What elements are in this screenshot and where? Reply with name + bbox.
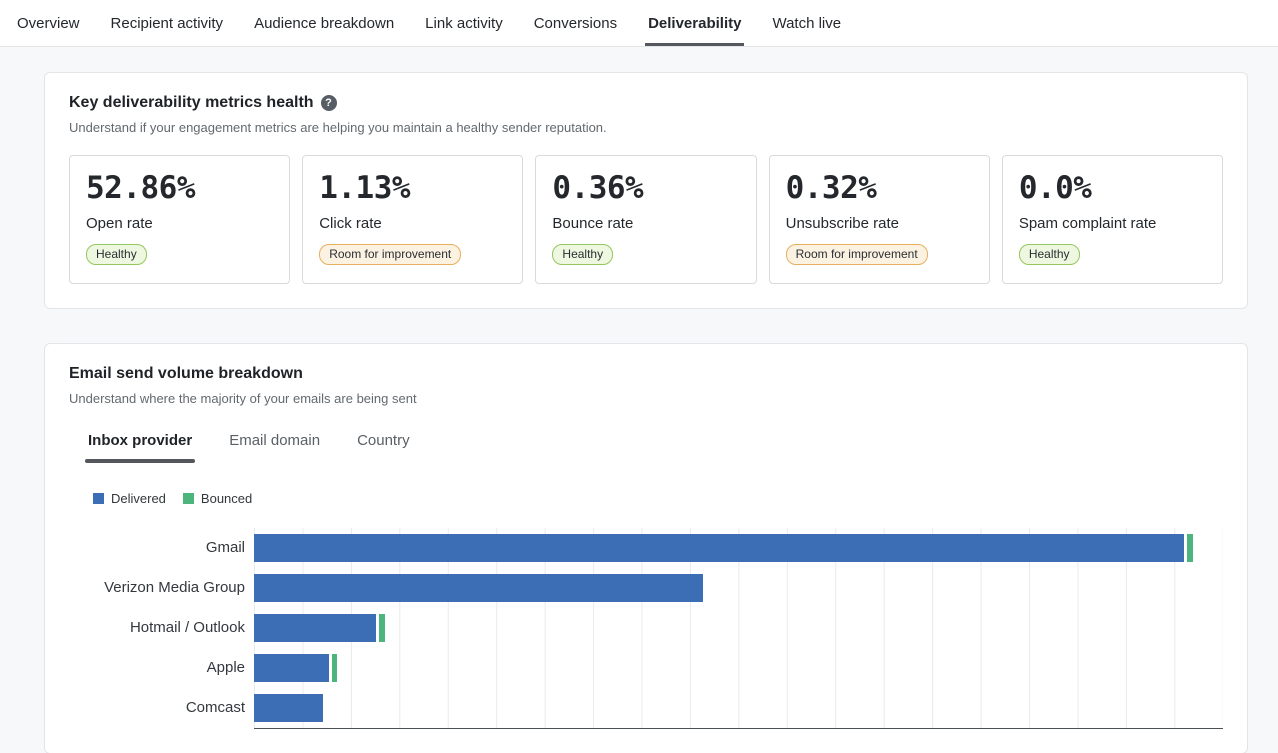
- help-icon[interactable]: ?: [320, 95, 337, 111]
- bar-delivered[interactable]: [254, 573, 703, 602]
- metric-label: Open rate: [86, 214, 153, 232]
- tab-inbox-provider[interactable]: Inbox provider: [85, 432, 196, 463]
- metric-card-open-rate: 52.86% Open rate Healthy: [69, 155, 291, 284]
- bar-bounced[interactable]: [331, 653, 337, 682]
- chart-category-label: Verizon Media Group: [104, 579, 245, 597]
- nav-tab-deliverability[interactable]: Deliverability: [645, 0, 745, 46]
- email-volume-card: Email send volume breakdown Understand w…: [44, 342, 1248, 753]
- card-subtitle: Understand where the majority of your em…: [69, 390, 417, 406]
- chart-track: [254, 687, 1223, 728]
- nav-tab-audience-breakdown[interactable]: Audience breakdown: [251, 0, 397, 46]
- nav-tab-link-activity[interactable]: Link activity: [422, 0, 506, 46]
- page-content: Key deliverability metrics health ? Unde…: [0, 47, 1278, 753]
- metric-label: Click rate: [319, 214, 382, 232]
- nav-tab-conversions[interactable]: Conversions: [531, 0, 620, 46]
- metric-value: 0.36%: [552, 170, 644, 206]
- card-title-row: Email send volume breakdown: [69, 365, 1223, 383]
- chart-legend: Delivered Bounced: [69, 491, 1223, 506]
- status-badge: Healthy: [86, 243, 147, 265]
- chart-category-label: Apple: [206, 659, 245, 677]
- metric-card-click-rate: 1.13% Click rate Room for improvement: [302, 155, 524, 284]
- metric-label: Unsubscribe rate: [785, 214, 899, 232]
- metric-label: Spam complaint rate: [1018, 214, 1157, 232]
- legend-item-bounced[interactable]: Bounced: [182, 490, 253, 506]
- metric-card-unsubscribe-rate: 0.32% Unsubscribe rate Room for improvemen…: [768, 155, 990, 284]
- top-nav: Overview Recipient activity Audience break…: [0, 0, 1278, 47]
- breakdown-tabs: Inbox provider Email domain Country: [69, 432, 1223, 463]
- legend-item-delivered[interactable]: Delivered: [93, 491, 166, 506]
- metric-value: 1.13%: [319, 170, 411, 206]
- status-badge: Healthy: [1018, 243, 1080, 265]
- tab-email-domain[interactable]: Email domain: [226, 432, 323, 463]
- metric-value: 52.86%: [86, 170, 195, 206]
- bar-bounced[interactable]: [1187, 533, 1194, 562]
- chart-track: [254, 647, 1223, 688]
- legend-label: Delivered: [111, 490, 166, 506]
- status-badge: Room for improvement: [319, 243, 462, 265]
- bar-chart: Gmail Verizon Media Group Hotmail / Outloo…: [69, 527, 1223, 729]
- deliverability-metrics-card: Key deliverability metrics health ? Unde…: [44, 72, 1248, 309]
- card-title: Email send volume breakdown: [69, 364, 303, 382]
- chart-track: [254, 567, 1223, 608]
- legend-swatch-icon: [93, 492, 104, 504]
- metric-card-spam-complaint-rate: 0.0% Spam complaint rate Healthy: [1001, 155, 1224, 284]
- tab-country[interactable]: Country: [354, 432, 413, 463]
- status-badge: Healthy: [552, 243, 614, 265]
- nav-tab-watch-live[interactable]: Watch live: [769, 0, 844, 46]
- chart-category-label: Comcast: [185, 699, 245, 717]
- chart-category-label: Hotmail / Outlook: [129, 619, 245, 637]
- chart-x-axis: [254, 727, 1223, 729]
- chart-row: Verizon Media Group: [69, 567, 1223, 608]
- nav-tab-overview[interactable]: Overview: [14, 0, 83, 46]
- bar-delivered[interactable]: [254, 533, 1185, 562]
- metric-cards-row: 52.86% Open rate Healthy 1.13% Click rate Roo…: [69, 155, 1224, 284]
- card-title-row: Key deliverability metrics health ?: [69, 94, 1223, 112]
- metric-card-bounce-rate: 0.36% Bounce rate Healthy: [535, 155, 757, 284]
- legend-swatch-icon: [182, 492, 194, 504]
- bar-delivered[interactable]: [254, 693, 323, 722]
- chart-row: Apple: [69, 647, 1223, 688]
- chart-row: Hotmail / Outlook: [69, 607, 1223, 648]
- card-subtitle: Understand if your engagement metrics ar…: [69, 120, 607, 135]
- status-badge: Room for improvement: [785, 243, 928, 265]
- chart-track: [254, 607, 1223, 648]
- chart-track: [254, 527, 1223, 568]
- chart-row: Comcast: [69, 687, 1223, 728]
- bar-delivered[interactable]: [254, 613, 377, 642]
- bar-bounced[interactable]: [379, 613, 385, 642]
- nav-tab-recipient-activity[interactable]: Recipient activity: [108, 0, 227, 46]
- chart-row: Gmail: [69, 527, 1223, 568]
- bar-delivered[interactable]: [254, 653, 329, 682]
- metric-value: 0.0%: [1018, 170, 1092, 206]
- legend-label: Bounced: [200, 490, 253, 506]
- card-title: Key deliverability metrics health: [69, 94, 314, 111]
- metric-value: 0.32%: [785, 170, 877, 206]
- chart-category-label: Gmail: [205, 539, 245, 557]
- metric-label: Bounce rate: [552, 214, 634, 232]
